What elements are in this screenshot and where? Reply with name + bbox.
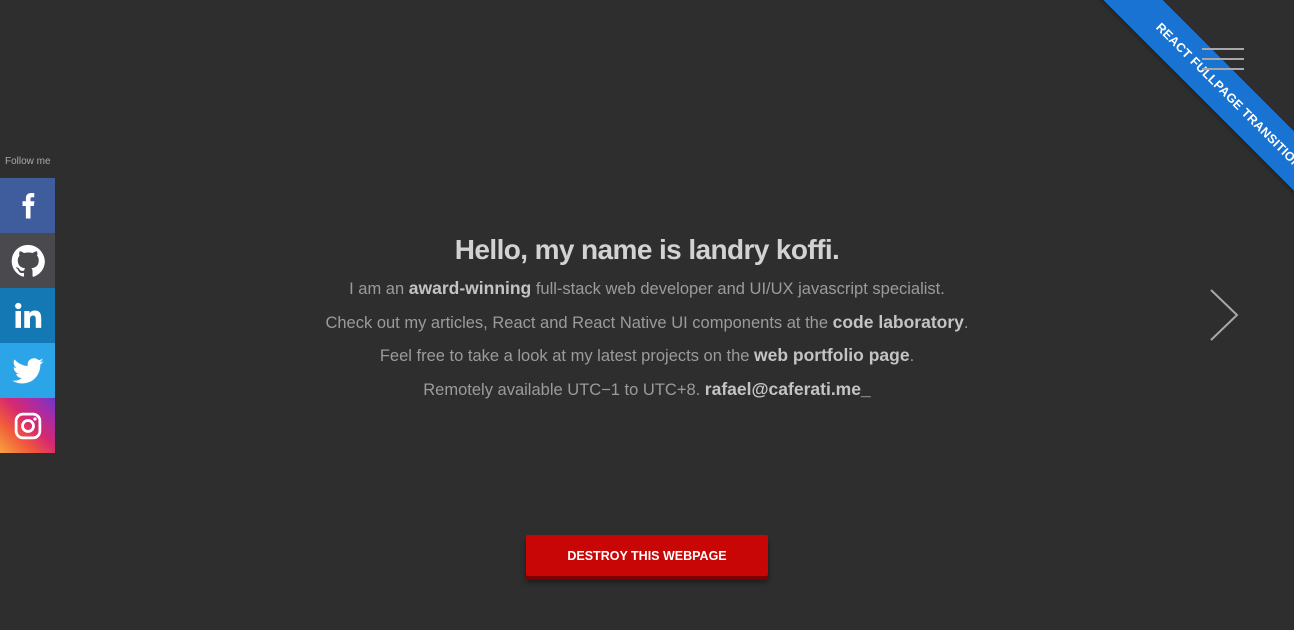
page: Follow me REACT FULLPAGE TRANSITIONS Hel… [0, 0, 1294, 630]
email-link[interactable]: rafael@caferati.me_ [705, 379, 871, 399]
hero-line-text: full-stack web developer and UI/UX javas… [531, 280, 945, 298]
instagram-button[interactable] [0, 398, 55, 453]
hero-line-availability: Remotely available UTC−1 to UTC+8. rafae… [0, 373, 1294, 407]
hamburger-line-bottom [1202, 68, 1244, 70]
hamburger-line-middle [1202, 58, 1244, 60]
instagram-icon [14, 412, 41, 439]
destroy-webpage-button[interactable]: DESTROY THIS WEBPAGE [526, 535, 768, 576]
facebook-icon [22, 192, 34, 218]
corner-ribbon-container: REACT FULLPAGE TRANSITIONS [1034, 0, 1294, 260]
hero-line-intro: I am an award-winning full-stack web dev… [0, 272, 1294, 306]
react-fullpage-ribbon[interactable]: REACT FULLPAGE TRANSITIONS [1082, 0, 1294, 249]
hero-title: Hello, my name is landry koffi. [454, 234, 840, 265]
follow-me-label: Follow me [5, 156, 51, 167]
hero-section: Hello, my name is landry koffi. I am an … [0, 228, 1294, 406]
award-winning-highlight: award-winning [408, 278, 532, 298]
hero-line-articles: Check out my articles, React and React N… [0, 306, 1294, 340]
hero-line-portfolio: Feel free to take a look at my latest pr… [0, 339, 1294, 373]
hero-line-text: Check out my articles, React and React N… [325, 313, 833, 332]
hero-line-text: I am an [349, 280, 409, 298]
web-portfolio-link[interactable]: web portfolio page [754, 345, 910, 365]
facebook-button[interactable] [0, 178, 55, 233]
hero-line-text: Feel free to take a look at my latest pr… [379, 347, 755, 365]
hero-line-text: . [963, 313, 969, 332]
hamburger-icon[interactable] [1202, 46, 1244, 72]
hero-line-text: . [909, 347, 915, 365]
hero-line-text: Remotely available UTC−1 to UTC+8. [423, 380, 705, 399]
code-laboratory-link[interactable]: code laboratory [833, 312, 964, 332]
hamburger-line-top [1202, 48, 1244, 50]
